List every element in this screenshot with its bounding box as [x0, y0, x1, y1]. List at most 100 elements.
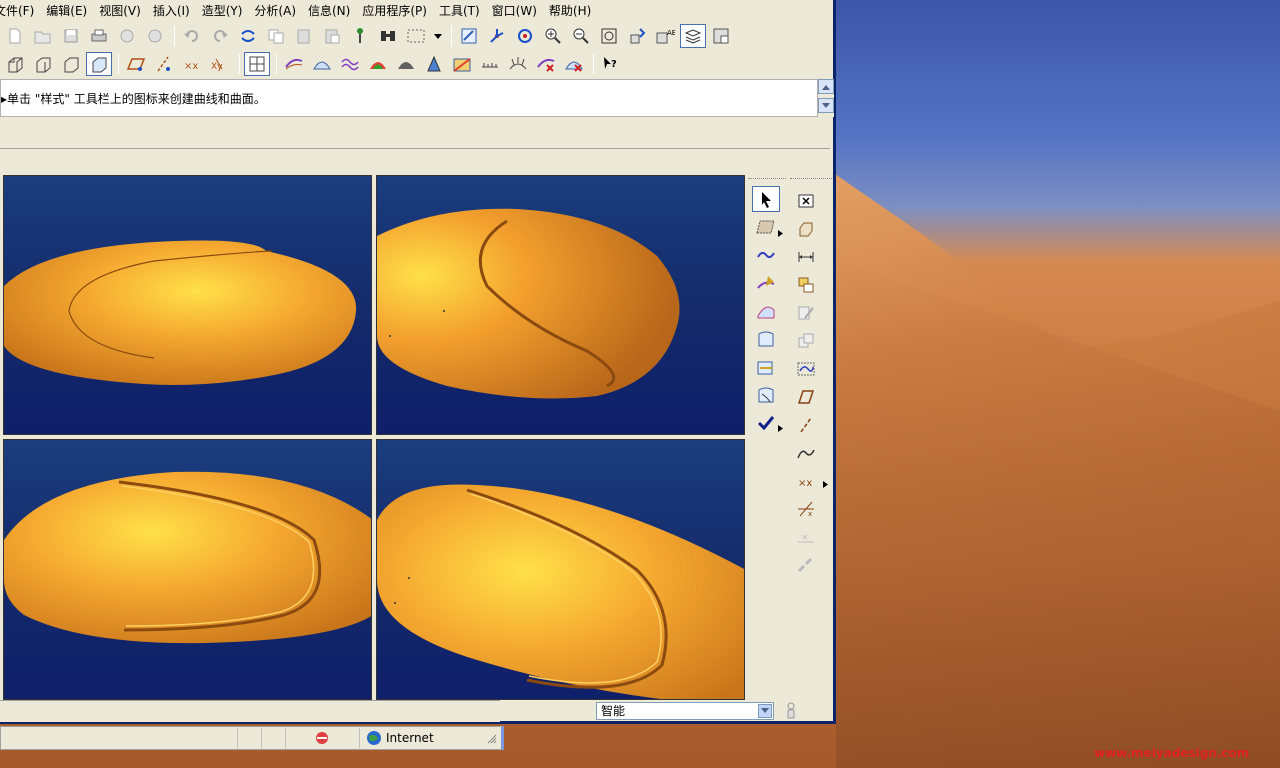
undo-icon[interactable] — [179, 24, 205, 48]
view-manager-icon[interactable] — [708, 24, 734, 48]
regenerate-icon[interactable] — [235, 24, 261, 48]
scroll-up-icon[interactable] — [818, 79, 834, 94]
paste-special-icon[interactable] — [319, 24, 345, 48]
popup-blocked-icon[interactable] — [285, 728, 359, 748]
copy-icon[interactable] — [263, 24, 289, 48]
hidden-line-icon[interactable] — [30, 52, 56, 76]
selection-box-icon[interactable] — [403, 24, 429, 48]
done-check-icon[interactable] — [752, 410, 780, 436]
chevron-down-icon[interactable] — [431, 24, 445, 48]
menu-insert[interactable]: 插入(I) — [147, 0, 196, 22]
csys-icon[interactable]: x — [792, 496, 820, 522]
plane-icon[interactable] — [792, 384, 820, 410]
active-plane-icon[interactable] — [752, 214, 780, 240]
save-icon[interactable] — [58, 24, 84, 48]
palette-grip[interactable] — [748, 178, 786, 180]
send-icon[interactable] — [142, 24, 168, 48]
chevron-down-icon[interactable] — [758, 704, 772, 718]
selection-filter-dropdown[interactable]: 智能 — [596, 702, 774, 720]
curve-analysis-icon[interactable] — [281, 52, 307, 76]
reorient-icon[interactable] — [624, 24, 650, 48]
new-file-icon[interactable] — [2, 24, 28, 48]
zoom-in-icon[interactable] — [540, 24, 566, 48]
menu-file[interactable]: 文件(F) — [0, 0, 40, 22]
sketch-curve-icon[interactable] — [792, 356, 820, 382]
toolbar-separator — [451, 26, 452, 46]
color-analysis-icon[interactable] — [365, 52, 391, 76]
model-tree-icon[interactable] — [347, 24, 373, 48]
wave-curve-icon[interactable] — [337, 52, 363, 76]
repaint-icon[interactable] — [456, 24, 482, 48]
refit-icon[interactable] — [596, 24, 622, 48]
analysis-feature-icon[interactable]: × — [792, 524, 820, 550]
viewport-bottom-right[interactable] — [376, 439, 745, 700]
find-icon[interactable] — [375, 24, 401, 48]
draft-analysis-icon[interactable] — [421, 52, 447, 76]
menu-view[interactable]: 视图(V) — [93, 0, 147, 22]
comb-icon[interactable] — [505, 52, 531, 76]
delete-surface-analysis-icon[interactable] — [561, 52, 587, 76]
email-icon[interactable] — [114, 24, 140, 48]
datum-axis-icon[interactable] — [151, 52, 177, 76]
datum-point-icon[interactable]: ×x — [179, 52, 205, 76]
spin-center-icon[interactable] — [484, 24, 510, 48]
dimension-icon[interactable] — [792, 244, 820, 270]
wireframe-icon[interactable] — [2, 52, 28, 76]
copy-feature-icon[interactable] — [792, 216, 820, 242]
coordinate-system-icon[interactable]: Xy — [207, 52, 233, 76]
viewport-top-left[interactable] — [3, 175, 372, 435]
toolbar-separator — [276, 54, 277, 74]
menu-analysis[interactable]: 分析(A) — [248, 0, 302, 22]
submenu-arrow-icon[interactable] — [778, 226, 783, 240]
select-arrow-icon[interactable] — [752, 186, 780, 212]
submenu-arrow-icon[interactable] — [778, 421, 783, 435]
edit-feature-icon[interactable] — [792, 300, 820, 326]
spline-icon[interactable] — [792, 440, 820, 466]
loft-surface-icon[interactable] — [752, 326, 780, 352]
surface-analysis-icon[interactable] — [309, 52, 335, 76]
delete-analysis-icon[interactable] — [533, 52, 559, 76]
grid-icon[interactable] — [244, 52, 270, 76]
menu-info[interactable]: 信息(N) — [302, 0, 356, 22]
scroll-down-icon[interactable] — [818, 98, 834, 113]
slope-analysis-icon[interactable] — [449, 52, 475, 76]
menu-window[interactable]: 窗口(W) — [486, 0, 543, 22]
filter-lock-icon[interactable] — [786, 702, 796, 723]
datum-plane-icon[interactable] — [123, 52, 149, 76]
open-folder-icon[interactable] — [30, 24, 56, 48]
ruler-icon[interactable] — [477, 52, 503, 76]
group-icon[interactable] — [792, 272, 820, 298]
create-curve-icon[interactable] — [752, 242, 780, 268]
connect-surface-icon[interactable] — [752, 354, 780, 380]
close-window-icon[interactable] — [792, 188, 820, 214]
zoom-out-icon[interactable] — [568, 24, 594, 48]
menu-tools[interactable]: 工具(T) — [433, 0, 486, 22]
viewport-bottom-left[interactable] — [3, 439, 372, 700]
menu-help[interactable]: 帮助(H) — [543, 0, 597, 22]
trim-surface-icon[interactable] — [752, 382, 780, 408]
menu-edit[interactable]: 编辑(E) — [40, 0, 93, 22]
point-icon[interactable]: ×x — [792, 468, 820, 494]
svg-text:×x: ×x — [798, 478, 812, 489]
chain-link-icon[interactable] — [792, 552, 820, 578]
axis-icon[interactable] — [792, 412, 820, 438]
no-hidden-icon[interactable] — [58, 52, 84, 76]
shade-analysis-icon[interactable] — [393, 52, 419, 76]
message-scrollbar[interactable] — [818, 79, 834, 117]
resize-grip-icon[interactable] — [487, 733, 497, 747]
viewport-top-right[interactable] — [376, 175, 745, 435]
pattern-icon[interactable] — [792, 328, 820, 354]
redo-icon[interactable] — [207, 24, 233, 48]
print-icon[interactable] — [86, 24, 112, 48]
layers-icon[interactable] — [680, 24, 706, 48]
paste-icon[interactable] — [291, 24, 317, 48]
menu-applications[interactable]: 应用程序(P) — [356, 0, 433, 22]
boundary-surface-icon[interactable] — [752, 298, 780, 324]
saved-views-icon[interactable]: AB — [652, 24, 678, 48]
shading-icon[interactable] — [86, 52, 112, 76]
orient-mode-icon[interactable] — [512, 24, 538, 48]
edit-curve-icon[interactable] — [752, 270, 780, 296]
context-help-icon[interactable]: ? — [598, 52, 624, 76]
menu-modeling[interactable]: 造型(Y) — [196, 0, 249, 22]
palette-grip[interactable] — [790, 178, 832, 180]
